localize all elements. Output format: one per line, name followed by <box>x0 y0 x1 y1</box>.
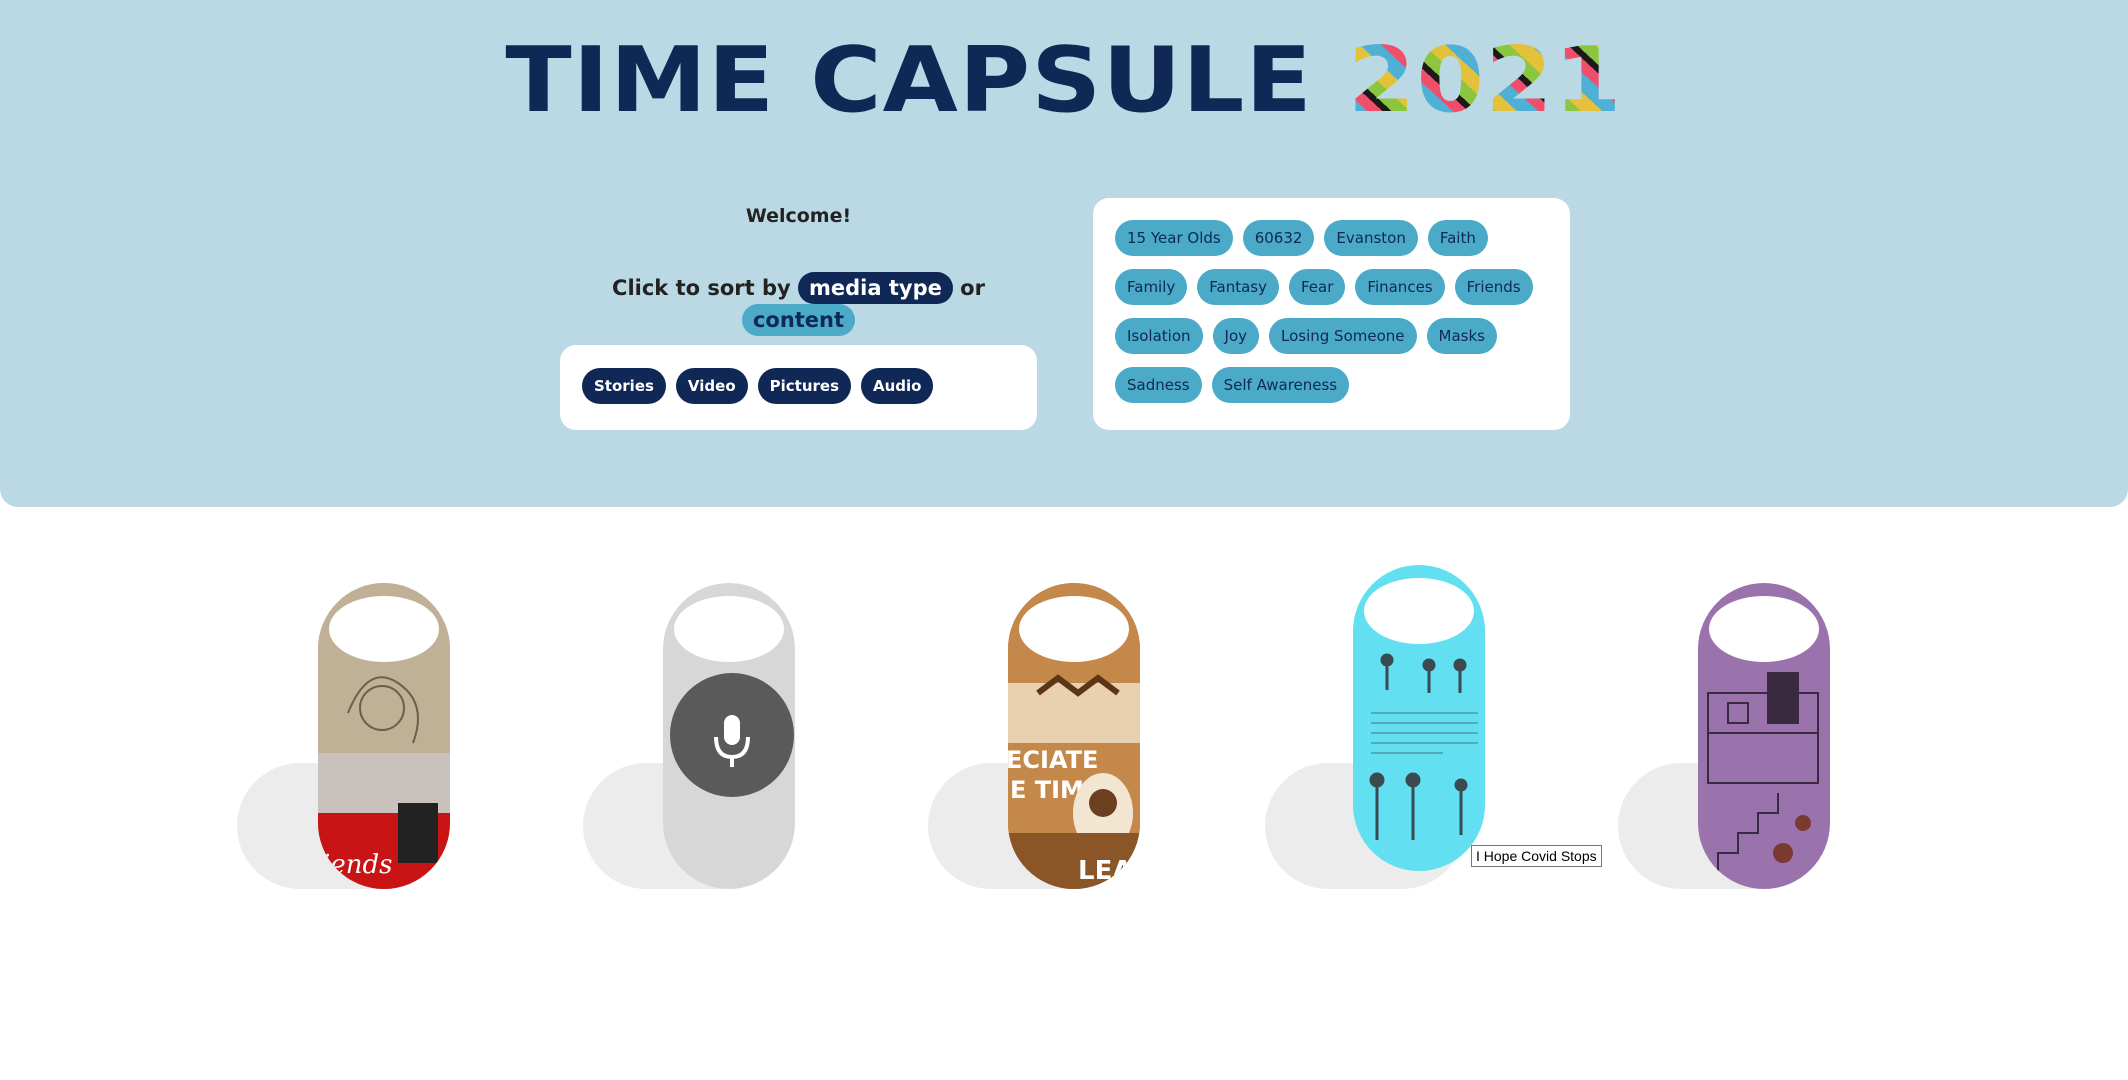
tag-losing-someone[interactable]: Losing Someone <box>1269 318 1417 354</box>
tile-hole <box>1019 596 1129 662</box>
welcome-text: Welcome! <box>745 205 852 227</box>
tile-hole <box>674 596 784 662</box>
media-filter-video[interactable]: Video <box>675 368 748 404</box>
tag-finances[interactable]: Finances <box>1355 269 1445 305</box>
capsule-tile-picture[interactable]: ECIATE E TIME LEA <box>1008 583 1140 889</box>
capsule-tile-picture[interactable] <box>1353 565 1485 871</box>
tag-joy[interactable]: Joy <box>1212 318 1259 354</box>
sort-instructions: Click to sort by media type or content <box>560 272 1037 336</box>
tag-15-year-olds[interactable]: 15 Year Olds <box>1115 220 1233 256</box>
svg-text:LEA: LEA <box>1078 856 1132 886</box>
media-type-filter-panel: Stories Video Pictures Audio <box>560 345 1037 430</box>
sort-prefix: Click to sort by <box>612 276 791 300</box>
title-year: 2021 <box>1347 28 1623 133</box>
svg-text:ECIATE: ECIATE <box>1008 746 1098 774</box>
tile-tooltip: I Hope Covid Stops <box>1471 845 1602 867</box>
sort-content-button[interactable]: content <box>741 304 856 336</box>
tag-faith[interactable]: Faith <box>1427 220 1488 256</box>
audio-circle <box>670 673 794 797</box>
tag-sadness[interactable]: Sadness <box>1115 367 1202 403</box>
tag-masks[interactable]: Masks <box>1426 318 1497 354</box>
tag-family[interactable]: Family <box>1115 269 1188 305</box>
capsule-tile-audio[interactable] <box>663 583 795 889</box>
capsule-tile-picture[interactable]: iends <box>318 583 450 889</box>
tile-hole <box>1364 578 1474 644</box>
tag-60632[interactable]: 60632 <box>1242 220 1315 256</box>
tag-isolation[interactable]: Isolation <box>1115 318 1203 354</box>
media-filter-pictures[interactable]: Pictures <box>757 368 851 404</box>
page-title: TIME CAPSULE 2021 <box>0 28 2128 133</box>
sort-or-text: or <box>960 276 985 300</box>
media-filter-audio[interactable]: Audio <box>861 368 934 404</box>
tag-self-awareness[interactable]: Self Awareness <box>1211 367 1350 403</box>
tile-hole <box>1709 596 1819 662</box>
tile-hole <box>329 596 439 662</box>
tag-fear[interactable]: Fear <box>1289 269 1346 305</box>
tag-fantasy[interactable]: Fantasy <box>1197 269 1279 305</box>
header-banner: TIME CAPSULE 2021 Welcome! Click to sort… <box>0 0 2128 507</box>
tag-evanston[interactable]: Evanston <box>1324 220 1418 256</box>
content-tag-filter-panel: 15 Year Olds 60632 Evanston Faith Family Fan… <box>1093 198 1570 430</box>
microphone-icon <box>714 715 750 767</box>
capsule-tile-picture[interactable] <box>1698 583 1830 889</box>
tag-friends[interactable]: Friends <box>1454 269 1533 305</box>
sort-media-type-button[interactable]: media type <box>798 272 953 304</box>
media-filter-stories[interactable]: Stories <box>582 368 666 404</box>
title-main: TIME CAPSULE <box>505 28 1313 133</box>
